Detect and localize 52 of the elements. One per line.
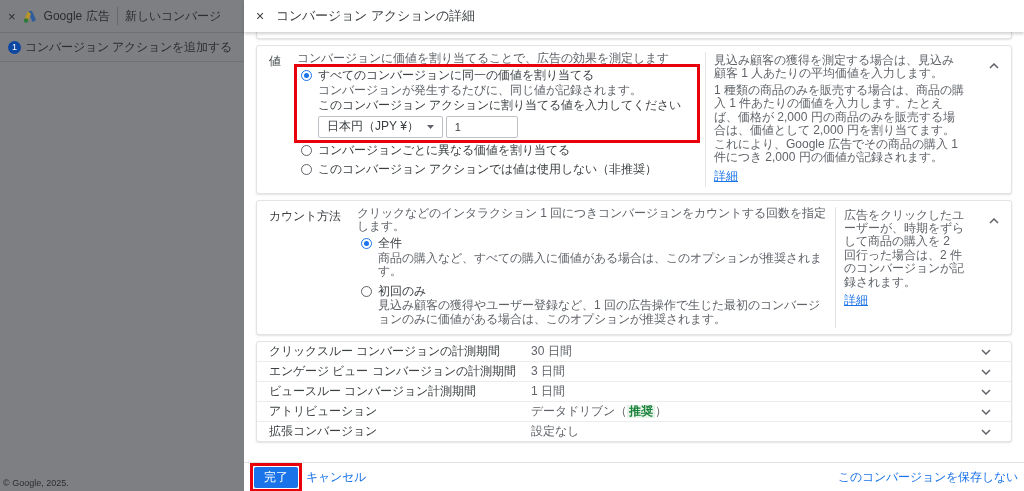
- setting-label: ビュースルー コンバージョン計測期間: [269, 384, 478, 399]
- caret-icon: [426, 124, 434, 129]
- option-description: コンバージョンが発生するたびに、同じ値が記録されます。: [318, 83, 643, 98]
- setting-value: 設定なし: [531, 424, 579, 439]
- option-label: コンバージョンごとに異なる価値を割り当てる: [318, 143, 570, 158]
- option-label: 初回のみ: [378, 284, 427, 299]
- expand-icon[interactable]: [981, 408, 991, 415]
- section-description: クリックなどのインタラクション 1 回につきコンバージョンをカウントする回数を指定します。: [357, 206, 827, 234]
- setting-value: 30 日間: [531, 344, 572, 359]
- section-label: カウント方法: [269, 207, 341, 225]
- recommended-badge: 推奨: [627, 404, 655, 419]
- step-label: コンバージョン アクションを追加する: [25, 38, 233, 56]
- close-button[interactable]: ×: [256, 8, 265, 24]
- expand-icon[interactable]: [981, 388, 991, 395]
- setting-value: 3 日間: [531, 364, 565, 379]
- setting-label: クリックスルー コンバージョンの計測期間: [269, 344, 502, 359]
- collapse-icon[interactable]: [989, 217, 999, 224]
- logo-icon: [22, 9, 37, 23]
- option-label: このコンバージョン アクションでは値は使用しない（非推奨）: [318, 163, 658, 177]
- option-label: すべてのコンバージョンに同一の価値を割り当てる: [318, 69, 595, 83]
- value-field[interactable]: 1: [445, 115, 518, 138]
- panel-title: コンバージョン アクションの詳細: [276, 7, 475, 25]
- discard-link[interactable]: このコンバージョンを保存しない: [838, 468, 1018, 486]
- cancel-link[interactable]: キャンセル: [306, 468, 366, 486]
- setting-label: エンゲージ ビュー コンバージョンの計測期間: [269, 364, 517, 379]
- step-number: 1: [8, 40, 21, 54]
- setting-value: 1 日間: [531, 384, 565, 399]
- copyright-text: © Google, 2025.: [3, 478, 69, 488]
- page-title: 新しいコンバージ: [124, 7, 221, 25]
- help-text: 広告をクリックしたユーザーが、時期をずらして商品の購入を 2 回行った場合は、2 件のコンバージョンが記録されます。: [844, 208, 965, 290]
- setting-value: ）: [655, 404, 667, 419]
- section-description: コンバージョンに価値を割り当てることで、広告の効果を測定します: [297, 52, 670, 66]
- close-button[interactable]: ×: [8, 8, 16, 24]
- details-link[interactable]: 詳細: [844, 292, 868, 310]
- option-description: 商品の購入など、すべての購入に価値がある場合は、このオプションが推奨されます。: [378, 251, 823, 279]
- field-prompt: このコンバージョン アクションに割り当てる値を入力してください: [318, 99, 682, 113]
- option-label: 全件: [378, 237, 403, 251]
- collapse-icon[interactable]: [989, 63, 999, 69]
- expand-icon[interactable]: [981, 368, 991, 375]
- setting-value: データドリブン（: [531, 404, 627, 419]
- setting-label: 拡張コンバージョン: [269, 424, 378, 439]
- setting-label: アトリビューション: [269, 404, 378, 419]
- details-link[interactable]: 詳細: [714, 167, 738, 185]
- expand-icon[interactable]: [981, 428, 991, 435]
- expand-icon[interactable]: [981, 348, 991, 355]
- product-name: Google 広告: [43, 7, 110, 25]
- section-label: 値: [269, 53, 281, 70]
- option-description: 見込み顧客の獲得やユーザー登録など、1 回の広告操作で生じた最初のコンバージョンのみに価値がある場合は、このオプションが推奨されます。: [378, 299, 821, 326]
- help-text: 1 種類の商品のみを販売する場合は、商品の購入 1 件あたりの価値を入力します。たとえば、価格が 2,000 円の商品のみを販売する場合は、価値として 2,000 円を割り当てます。これにより、Google 広告でその商品の購入 1 件につき 2,000 円の価値が記録されます。: [714, 83, 965, 165]
- currency-dropdown[interactable]: 日本円（JPY ¥）: [318, 115, 443, 138]
- done-button[interactable]: 完了: [254, 466, 298, 488]
- help-text: 見込み顧客の獲得を測定する場合は、見込み顧客 1 人あたりの平均価値を入力します。: [714, 54, 955, 81]
